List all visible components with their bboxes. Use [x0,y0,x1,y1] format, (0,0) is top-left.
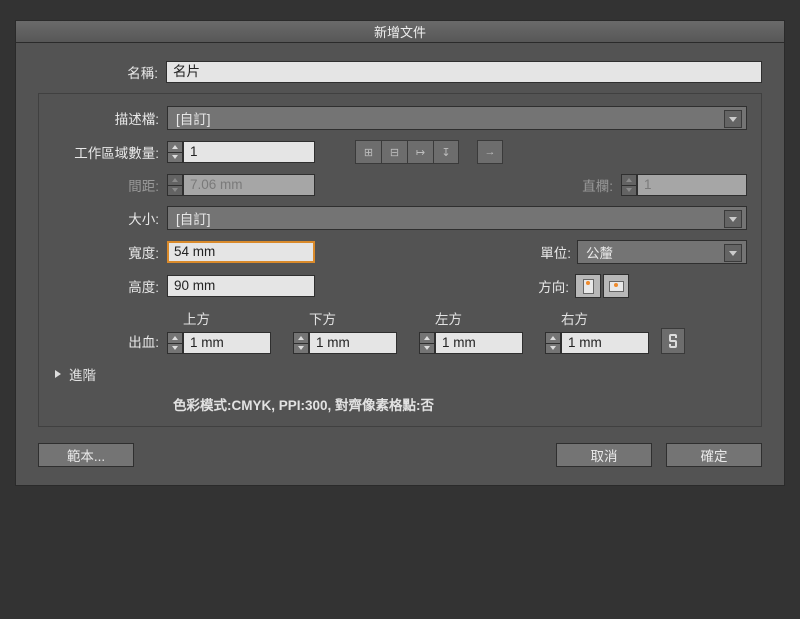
bleed-right-header: 右方 [545,308,649,328]
bleed-bottom-stepper[interactable] [293,332,309,354]
advanced-disclosure[interactable]: 進階 [55,364,747,384]
artboard-arrangement-group: ⊞ ⊟ ↦ ↧ [355,140,459,164]
bleed-top-stepper[interactable] [167,332,183,354]
cancel-button[interactable]: 取消 [556,443,652,467]
grid-by-row-icon[interactable]: ⊞ [355,140,381,164]
bleed-right-input[interactable]: 1 mm [561,332,649,354]
window-title: 新增文件 [374,22,426,41]
artboards-input[interactable]: 1 [183,141,315,163]
artboards-stepper[interactable] [167,141,183,163]
titlebar[interactable]: 新增文件 [15,20,785,42]
units-dropdown[interactable]: 公釐 [577,240,747,264]
spacing-input: 7.06 mm [183,174,315,196]
orientation-label: 方向: [538,276,575,296]
bleed-right-stepper[interactable] [545,332,561,354]
grid-by-col-icon[interactable]: ⊟ [381,140,407,164]
chevron-down-icon [724,244,742,262]
width-input[interactable]: 54 mm [167,241,315,263]
new-document-dialog: 新增文件 名稱: 名片 描述檔: [自訂] 工作區域數量: 1 ⊞ [15,20,785,486]
bleed-left-input[interactable]: 1 mm [435,332,523,354]
columns-label: 直欄: [582,175,621,195]
mode-summary: 色彩模式:CMYK, PPI:300, 對齊像素格點:否 [53,394,747,414]
orientation-landscape-button[interactable] [603,274,629,298]
units-label: 單位: [540,242,577,262]
bleed-top-header: 上方 [167,308,271,328]
bleed-bottom-input[interactable]: 1 mm [309,332,397,354]
orientation-portrait-button[interactable] [575,274,601,298]
chevron-down-icon [724,110,742,128]
columns-input: 1 [637,174,747,196]
width-label: 寬度: [53,242,167,262]
height-input[interactable]: 90 mm [167,275,315,297]
bleed-left-header: 左方 [419,308,523,328]
chevron-down-icon [724,210,742,228]
artboards-label: 工作區域數量: [53,142,167,162]
templates-button[interactable]: 範本... [38,443,134,467]
bleed-top-input[interactable]: 1 mm [183,332,271,354]
size-label: 大小: [53,208,167,228]
main-panel: 描述檔: [自訂] 工作區域數量: 1 ⊞ ⊟ ↦ ↧ → [38,93,762,427]
profile-dropdown[interactable]: [自訂] [167,106,747,130]
spacing-label: 間距: [53,175,167,195]
columns-stepper [621,174,637,196]
name-input[interactable]: 名片 [166,61,762,83]
bleed-left-stepper[interactable] [419,332,435,354]
profile-label: 描述檔: [53,108,167,128]
rtl-toggle-icon[interactable]: → [477,140,503,164]
link-bleed-icon[interactable] [661,328,685,354]
bleed-label: 出血: [53,331,167,354]
size-dropdown[interactable]: [自訂] [167,206,747,230]
name-label: 名稱: [38,62,166,82]
ok-button[interactable]: 確定 [666,443,762,467]
spacing-stepper [167,174,183,196]
arrange-col-icon[interactable]: ↧ [433,140,459,164]
arrange-row-icon[interactable]: ↦ [407,140,433,164]
bleed-bottom-header: 下方 [293,308,397,328]
height-label: 高度: [53,276,167,296]
